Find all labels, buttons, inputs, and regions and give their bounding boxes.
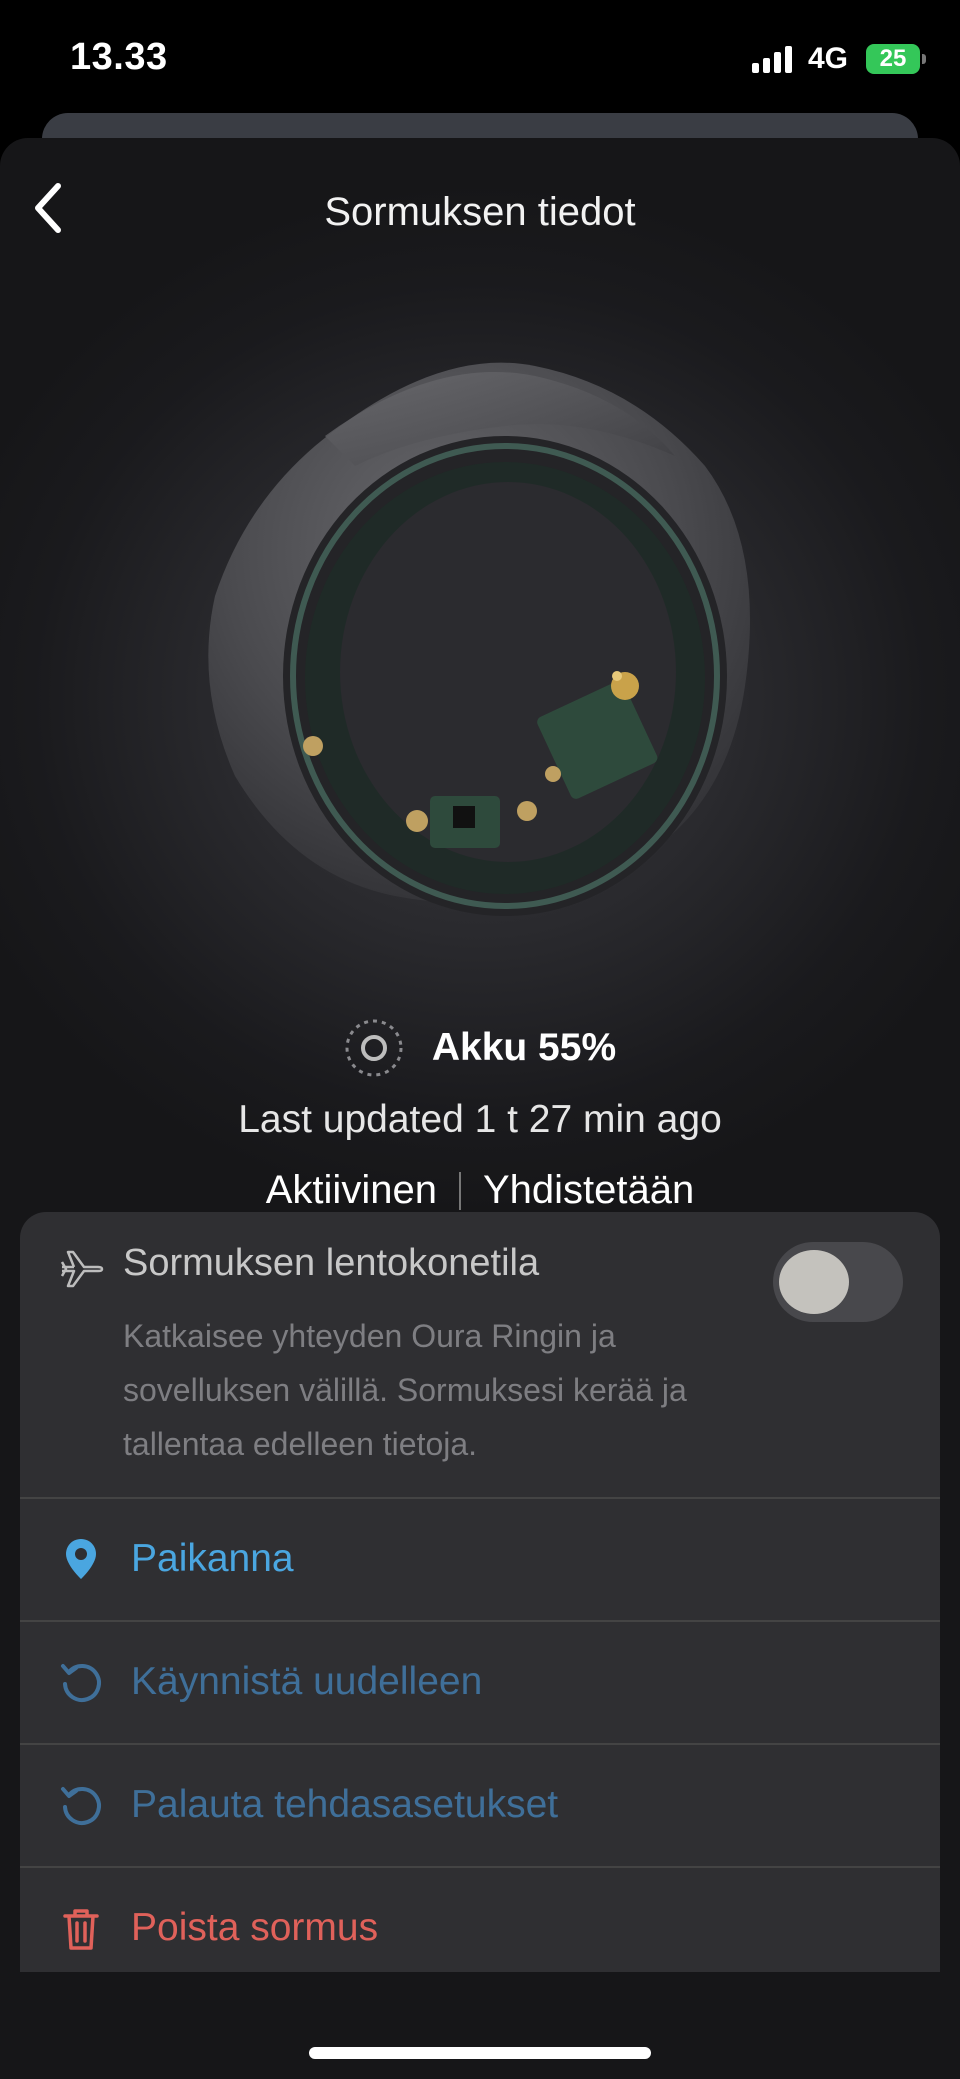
remove-ring-button[interactable]: Poista sormus: [20, 1868, 940, 1972]
network-type: 4G: [807, 42, 848, 75]
battery-level-text: Akku 55%: [431, 1026, 617, 1069]
airplane-icon: [60, 1250, 104, 1288]
restart-icon: [61, 1664, 101, 1702]
factory-reset-label: Palauta tehdasasetukset: [131, 1783, 559, 1826]
trash-icon: [63, 1909, 99, 1950]
status-time: 13.33: [70, 36, 168, 78]
airplane-mode-toggle[interactable]: [773, 1242, 903, 1322]
remove-ring-label: Poista sormus: [131, 1906, 379, 1949]
battery-ring-icon: [345, 1019, 403, 1077]
restart-ring-button[interactable]: Käynnistä uudelleen: [20, 1622, 940, 1745]
last-updated-text: Last updated 1 t 27 min ago: [238, 1098, 722, 1141]
airplane-mode-title: Sormuksen lentokonetila: [123, 1242, 540, 1284]
airplane-mode-setting: Sormuksen lentokonetila Katkaisee yhteyd…: [20, 1212, 940, 1499]
status-indicators: 4G 25: [751, 42, 926, 76]
home-indicator[interactable]: [309, 2047, 651, 2059]
reset-icon: [61, 1787, 101, 1825]
locate-label: Paikanna: [131, 1537, 294, 1580]
settings-card: Sormuksen lentokonetila Katkaisee yhteyd…: [20, 1212, 940, 1972]
restart-label: Käynnistä uudelleen: [131, 1660, 483, 1703]
toggle-knob: [779, 1250, 849, 1314]
status-divider: [458, 1171, 461, 1210]
battery-percent: 25: [879, 45, 907, 72]
location-pin-icon: [66, 1539, 96, 1579]
battery-status: Akku 55%: [0, 1018, 960, 1078]
page-title: Sormuksen tiedot: [324, 190, 636, 234]
battery-icon: 25: [866, 44, 926, 74]
connection-status: Yhdistetään: [482, 1168, 695, 1212]
locate-ring-button[interactable]: Paikanna: [20, 1499, 940, 1622]
airplane-mode-description: Katkaisee yhteyden Oura Ringin ja sovell…: [123, 1318, 687, 1462]
status-bar: 13.33 4G 25: [0, 0, 960, 120]
active-status: Aktiivinen: [265, 1168, 437, 1212]
oura-ring-image: [208, 362, 751, 916]
cellular-signal-icon: [751, 45, 792, 73]
factory-reset-button[interactable]: Palauta tehdasasetukset: [20, 1745, 940, 1868]
ring-state: Aktiivinen Yhdistetään: [0, 1168, 960, 1213]
